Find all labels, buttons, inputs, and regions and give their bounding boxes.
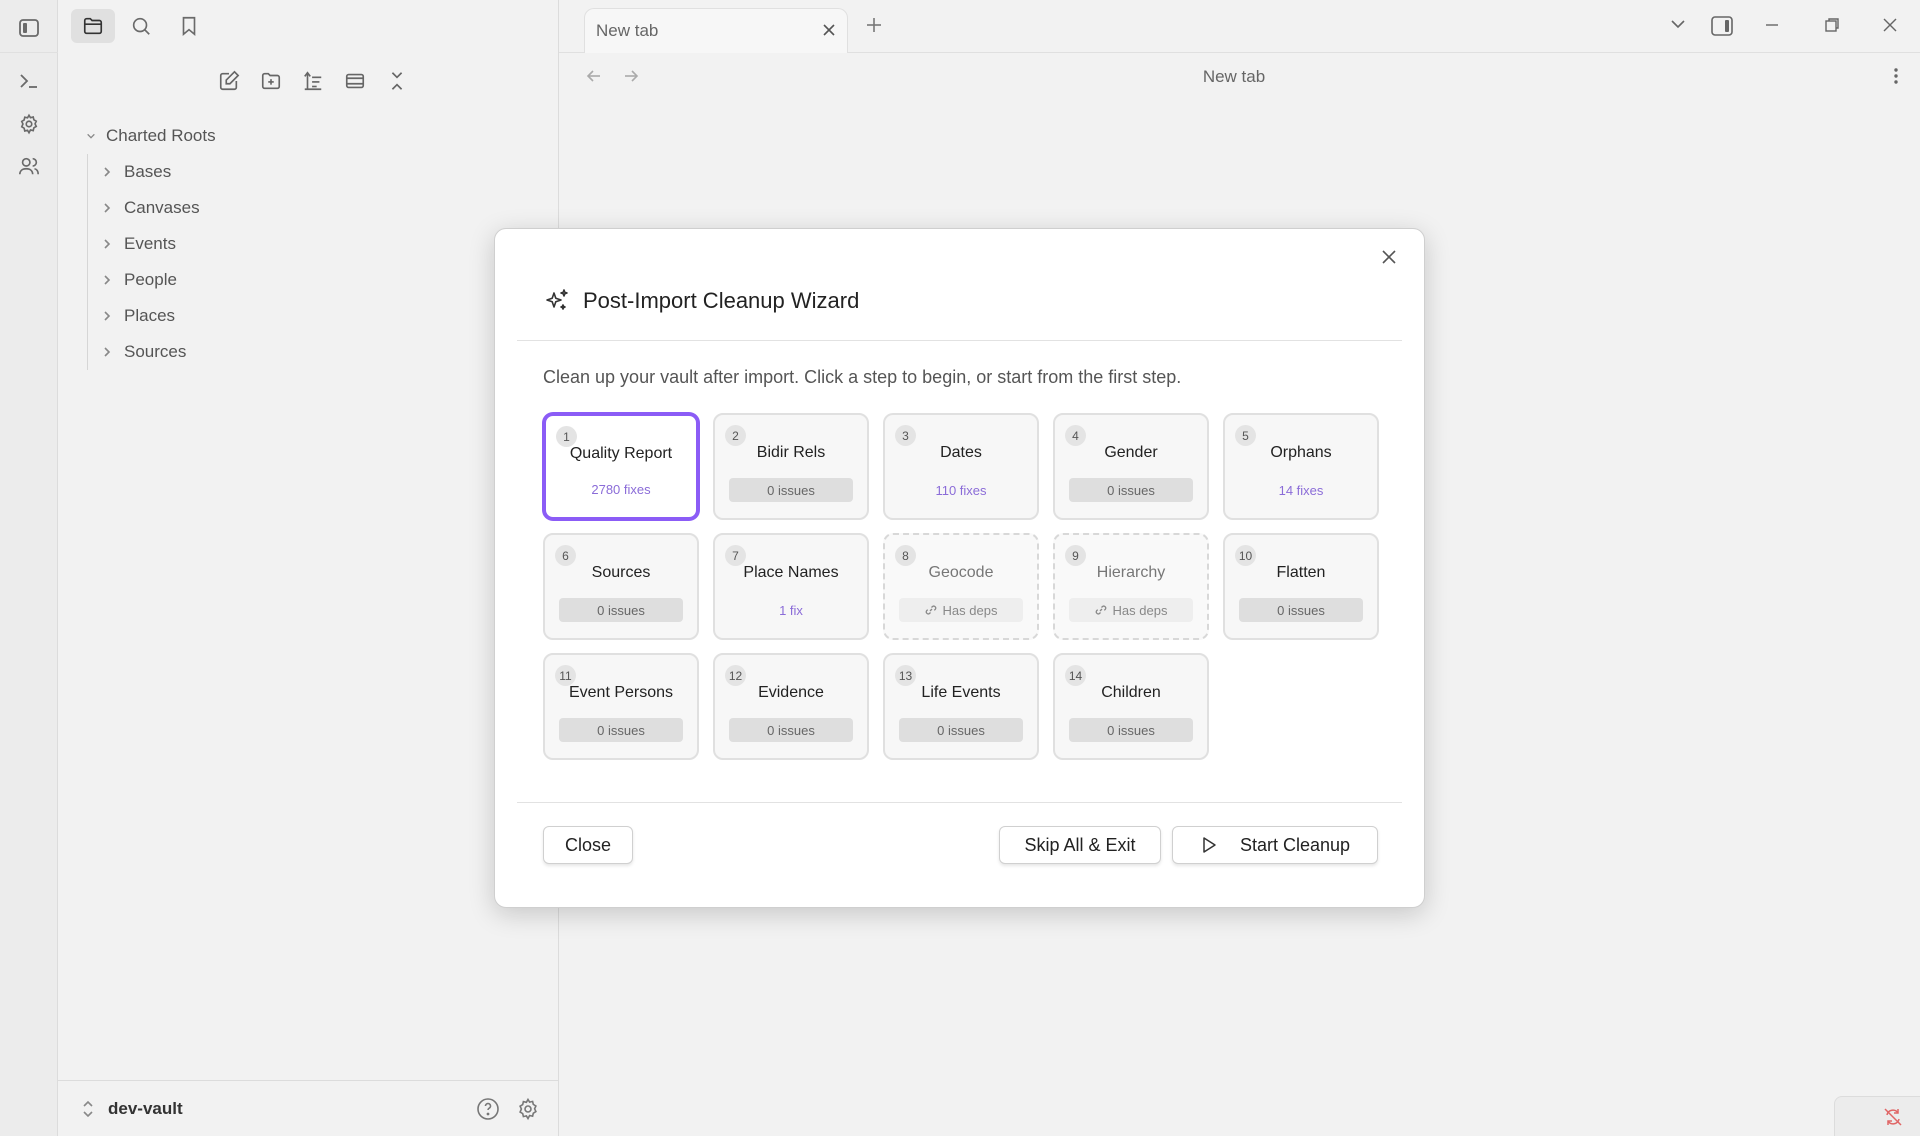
start-cleanup-button[interactable]: Start Cleanup [1172, 826, 1378, 864]
step-card-evidence[interactable]: 12 Evidence 0 issues [713, 653, 869, 760]
step-card-gender[interactable]: 4 Gender 0 issues [1053, 413, 1209, 520]
step-status-badge: Has deps [1069, 598, 1193, 622]
close-button[interactable]: Close [543, 826, 633, 864]
step-status-badge: 0 issues [729, 718, 853, 742]
cleanup-wizard-modal: Post-Import Cleanup Wizard Clean up your… [494, 228, 1425, 908]
step-number: 11 [555, 665, 576, 686]
modal-description: Clean up your vault after import. Click … [543, 367, 1182, 387]
close-icon[interactable] [1379, 247, 1399, 267]
step-status-badge: 0 issues [1069, 718, 1193, 742]
step-status-badge: 0 issues [559, 598, 683, 622]
step-card-quality-report[interactable]: 1 Quality Report 2780 fixes [543, 413, 699, 520]
step-card-place-names[interactable]: 7 Place Names 1 fix [713, 533, 869, 640]
play-icon [1200, 836, 1218, 854]
step-status-badge: 0 issues [1239, 598, 1363, 622]
link-icon [925, 604, 937, 616]
step-status-badge: 0 issues [1069, 478, 1193, 502]
step-number: 13 [895, 665, 916, 686]
step-number: 6 [555, 545, 576, 566]
step-status-badge: 0 issues [899, 718, 1023, 742]
sparkles-icon [543, 287, 571, 315]
step-card-flatten[interactable]: 10 Flatten 0 issues [1223, 533, 1379, 640]
start-cleanup-label: Start Cleanup [1239, 834, 1351, 855]
step-card-hierarchy[interactable]: 9 Hierarchy Has deps [1053, 533, 1209, 640]
step-title: Geocode [928, 564, 994, 581]
step-status-badge: 0 issues [559, 718, 683, 742]
step-title: Place Names [743, 564, 839, 581]
step-title: Life Events [921, 684, 1001, 701]
step-status-badge: 1 fix [779, 602, 803, 618]
step-title: Sources [591, 564, 651, 581]
modal-title: Post-Import Cleanup Wizard [583, 288, 860, 313]
step-status-badge: Has deps [899, 598, 1023, 622]
step-card-orphans[interactable]: 5 Orphans 14 fixes [1223, 413, 1379, 520]
step-card-bidir-rels[interactable]: 2 Bidir Rels 0 issues [713, 413, 869, 520]
step-status-badge: 2780 fixes [591, 481, 651, 497]
step-title: Children [1101, 684, 1161, 701]
steps-grid: 1 Quality Report 2780 fixes 2 Bidir Rels… [543, 413, 1379, 760]
step-number: 2 [725, 425, 746, 446]
step-card-geocode[interactable]: 8 Geocode Has deps [883, 533, 1039, 640]
step-card-sources[interactable]: 6 Sources 0 issues [543, 533, 699, 640]
step-number: 8 [895, 545, 916, 566]
divider [517, 802, 1402, 803]
step-status-text: Has deps [942, 602, 998, 618]
step-number: 1 [556, 426, 577, 447]
step-number: 7 [725, 545, 746, 566]
step-card-event-persons[interactable]: 11 Event Persons 0 issues [543, 653, 699, 760]
step-title: Flatten [1276, 564, 1326, 581]
step-title: Evidence [758, 684, 824, 701]
step-card-children[interactable]: 14 Children 0 issues [1053, 653, 1209, 760]
step-number: 12 [725, 665, 746, 686]
step-number: 5 [1235, 425, 1256, 446]
step-number: 10 [1235, 545, 1256, 566]
step-number: 14 [1065, 665, 1086, 686]
step-card-life-events[interactable]: 13 Life Events 0 issues [883, 653, 1039, 760]
divider [517, 340, 1402, 341]
step-title: Orphans [1270, 444, 1332, 461]
step-number: 3 [895, 425, 916, 446]
step-status-badge: 0 issues [729, 478, 853, 502]
step-number: 4 [1065, 425, 1086, 446]
step-number: 9 [1065, 545, 1086, 566]
step-title: Quality Report [569, 445, 673, 462]
step-title: Gender [1104, 444, 1158, 461]
step-title: Dates [940, 444, 982, 461]
link-icon [1095, 604, 1107, 616]
step-title: Bidir Rels [756, 444, 826, 461]
step-status-text: Has deps [1112, 602, 1168, 618]
step-status-badge: 14 fixes [1278, 482, 1324, 498]
step-card-dates[interactable]: 3 Dates 110 fixes [883, 413, 1039, 520]
step-title: Event Persons [568, 684, 674, 701]
step-status-badge: 110 fixes [935, 482, 987, 498]
step-title: Hierarchy [1096, 564, 1166, 581]
skip-all-exit-button[interactable]: Skip All & Exit [999, 826, 1161, 864]
modal-header: Post-Import Cleanup Wizard [543, 287, 859, 315]
